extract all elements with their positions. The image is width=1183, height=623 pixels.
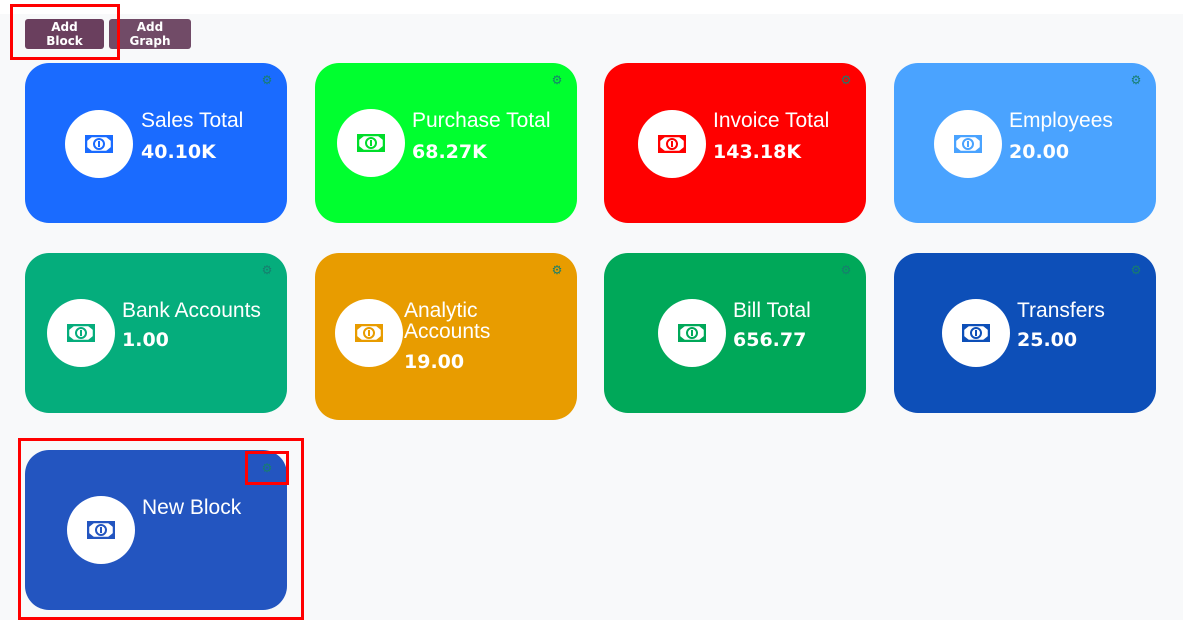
money-bill-icon bbox=[87, 521, 115, 539]
dashboard-block-new-block[interactable]: New Block bbox=[25, 450, 287, 610]
block-value: 143.18K bbox=[713, 141, 802, 163]
money-bill-icon bbox=[962, 324, 990, 342]
money-bill-icon bbox=[67, 324, 95, 342]
dashboard-block-analytic-accounts[interactable]: Analytic Accounts 19.00 bbox=[315, 253, 577, 420]
block-title: Analytic Accounts bbox=[404, 299, 491, 343]
icon-circle bbox=[335, 299, 403, 367]
dashboard-block-transfers[interactable]: Transfers 25.00 bbox=[894, 253, 1156, 413]
block-value: 68.27K bbox=[412, 141, 487, 163]
block-title: Bank Accounts bbox=[122, 299, 261, 322]
add-graph-button[interactable]: Add Graph bbox=[109, 19, 191, 49]
money-bill-icon bbox=[355, 324, 383, 342]
icon-circle bbox=[658, 299, 726, 367]
dashboard-block-invoice-total[interactable]: Invoice Total 143.18K bbox=[604, 63, 866, 223]
money-bill-icon bbox=[954, 135, 982, 153]
gear-icon[interactable] bbox=[1130, 74, 1142, 86]
icon-circle bbox=[337, 109, 405, 177]
money-bill-icon bbox=[678, 324, 706, 342]
dashboard-block-employees[interactable]: Employees 20.00 bbox=[894, 63, 1156, 223]
block-title: Sales Total bbox=[141, 109, 244, 132]
dashboard-block-bank-accounts[interactable]: Bank Accounts 1.00 bbox=[25, 253, 287, 413]
icon-circle bbox=[65, 110, 133, 178]
block-value: 40.10K bbox=[141, 141, 216, 163]
gear-icon[interactable] bbox=[261, 264, 273, 276]
block-value: 20.00 bbox=[1009, 141, 1070, 163]
icon-circle bbox=[638, 110, 706, 178]
gear-icon[interactable] bbox=[840, 74, 852, 86]
gear-icon[interactable] bbox=[261, 74, 273, 86]
money-bill-icon bbox=[357, 134, 385, 152]
block-value: 19.00 bbox=[404, 351, 465, 373]
block-value: 656.77 bbox=[733, 329, 807, 351]
dashboard-block-bill-total[interactable]: Bill Total 656.77 bbox=[604, 253, 866, 413]
block-title: Bill Total bbox=[733, 299, 811, 322]
block-title: Purchase Total bbox=[412, 109, 551, 132]
icon-circle bbox=[934, 110, 1002, 178]
gear-icon[interactable] bbox=[551, 264, 563, 276]
block-title: Transfers bbox=[1017, 299, 1105, 322]
money-bill-icon bbox=[658, 135, 686, 153]
money-bill-icon bbox=[85, 135, 113, 153]
gear-icon[interactable] bbox=[840, 264, 852, 276]
block-title: Invoice Total bbox=[713, 109, 830, 132]
gear-icon[interactable] bbox=[551, 74, 563, 86]
gear-icon[interactable] bbox=[261, 462, 273, 474]
icon-circle bbox=[67, 496, 135, 564]
icon-circle bbox=[942, 299, 1010, 367]
dashboard-block-purchase-total[interactable]: Purchase Total 68.27K bbox=[315, 63, 577, 223]
gear-icon[interactable] bbox=[1130, 264, 1142, 276]
block-value: 1.00 bbox=[122, 329, 169, 351]
add-block-button[interactable]: Add Block bbox=[25, 19, 104, 49]
top-strip bbox=[0, 0, 1183, 14]
dashboard-block-sales-total[interactable]: Sales Total 40.10K bbox=[25, 63, 287, 223]
block-value: 25.00 bbox=[1017, 329, 1078, 351]
block-title: New Block bbox=[142, 496, 242, 519]
icon-circle bbox=[47, 299, 115, 367]
block-title: Employees bbox=[1009, 109, 1113, 132]
